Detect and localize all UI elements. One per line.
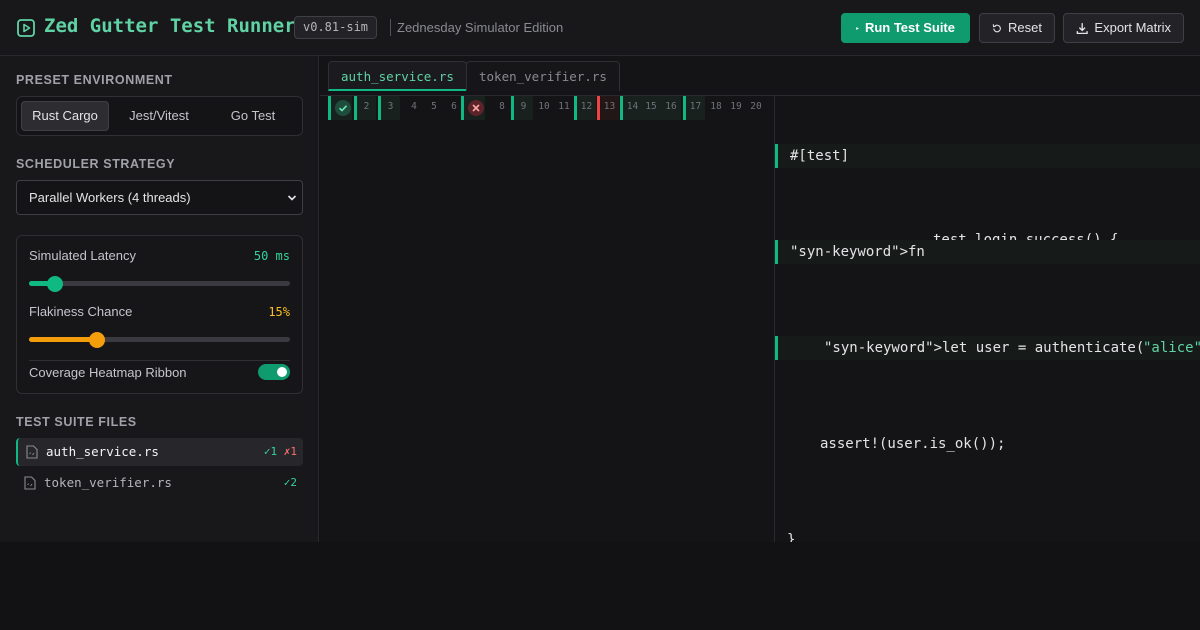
- chevron-down-icon: [287, 195, 297, 201]
- coverage-gutter-ribbon: 2 3 4 5 6 8 9 10 11 12 13 14 15 16 17 18…: [328, 96, 768, 120]
- gutter-line-5[interactable]: 5: [424, 96, 444, 120]
- run-test-suite-button[interactable]: Run Test Suite: [841, 13, 970, 43]
- download-icon: [1076, 22, 1088, 34]
- file-name: auth_service.rs: [46, 444, 159, 459]
- fail-count: ✗1: [283, 445, 297, 458]
- gutter-line-8[interactable]: 8: [492, 96, 512, 120]
- gutter-line-18[interactable]: 18: [706, 96, 726, 120]
- gutter-line-12[interactable]: 12: [574, 96, 596, 120]
- code-text: }: [787, 532, 796, 542]
- latency-slider[interactable]: [29, 275, 290, 292]
- preset-go-test[interactable]: Go Test: [209, 101, 297, 131]
- toggle-knob: [277, 367, 287, 377]
- code-view[interactable]: #[test] test_login_success() { "syn-keyw…: [775, 96, 1200, 542]
- simulation-controls-card: Simulated Latency 50 ms Flakiness Chance…: [16, 235, 303, 394]
- reset-icon: [992, 23, 1001, 32]
- strategy-select[interactable]: Parallel Workers (4 threads): [16, 180, 303, 215]
- gutter-line-17[interactable]: 17: [683, 96, 705, 120]
- run-button-label: Run Test Suite: [864, 20, 955, 35]
- play-icon: [856, 26, 859, 30]
- code-text: "syn-keyword">let user = authenticate(: [824, 340, 1145, 356]
- gutter-line-9[interactable]: 9: [511, 96, 533, 120]
- gutter-line-7[interactable]: [461, 96, 485, 120]
- card-divider: [29, 360, 290, 361]
- reset-button-label: Reset: [1008, 20, 1042, 35]
- flakiness-slider-fill: [29, 337, 97, 342]
- preset-segmented-control: Rust Cargo Jest/Vitest Go Test: [16, 96, 303, 136]
- preset-rust-cargo[interactable]: Rust Cargo: [21, 101, 109, 131]
- gutter-line-1[interactable]: [328, 96, 352, 120]
- page-background: [0, 542, 1200, 630]
- gutter-line-11[interactable]: 11: [554, 96, 574, 120]
- export-button-label: Export Matrix: [1094, 20, 1171, 35]
- edition-label: Zednesday Simulator Edition: [390, 19, 563, 36]
- gutter-line-15[interactable]: 15: [641, 96, 661, 120]
- pass-count: ✓1: [263, 445, 278, 458]
- gutter-line-16[interactable]: 16: [661, 96, 681, 120]
- fail-status-dot: [468, 100, 484, 116]
- reset-button[interactable]: Reset: [979, 13, 1055, 43]
- latency-label: Simulated Latency: [29, 248, 136, 263]
- code-line: }: [775, 528, 1200, 542]
- app-title: Zed Gutter Test Runner: [44, 15, 296, 37]
- file-icon: [24, 476, 36, 490]
- code-line: "syn-keyword">fn: [775, 240, 1200, 264]
- gutter-line-2[interactable]: 2: [354, 96, 376, 120]
- flakiness-slider-thumb[interactable]: [88, 331, 105, 348]
- latency-value: 50 ms: [253, 249, 290, 263]
- strategy-heading: SCHEDULER STRATEGY: [16, 157, 176, 171]
- gutter-line-3[interactable]: 3: [378, 96, 400, 120]
- play-square-icon: [17, 19, 35, 37]
- coverage-toggle[interactable]: [258, 364, 290, 380]
- string-literal: "alice": [1143, 340, 1200, 356]
- code-text: assert!(user.is_ok());: [820, 436, 1006, 452]
- files-heading: TEST SUITE FILES: [16, 415, 137, 429]
- preset-heading: PRESET ENVIRONMENT: [16, 73, 173, 87]
- strategy-value: Parallel Workers (4 threads): [29, 190, 191, 205]
- file-status-badges: ✓2: [284, 476, 297, 489]
- preset-jest-vitest[interactable]: Jest/Vitest: [115, 101, 203, 131]
- flakiness-value: 15%: [268, 305, 290, 319]
- gutter-line-19[interactable]: 19: [726, 96, 746, 120]
- file-status-badges: ✓1 ✗1: [264, 445, 297, 458]
- code-line: #[test]: [775, 144, 1200, 168]
- coverage-label: Coverage Heatmap Ribbon: [29, 365, 187, 380]
- code-text: #[test]: [790, 148, 850, 164]
- file-icon: [26, 445, 38, 459]
- gutter-line-4[interactable]: 4: [404, 96, 424, 120]
- tab-auth-service[interactable]: auth_service.rs: [328, 61, 467, 91]
- sidebar: PRESET ENVIRONMENT Rust Cargo Jest/Vites…: [0, 56, 319, 542]
- check-icon: [338, 105, 348, 112]
- pass-status-dot: [335, 100, 351, 116]
- version-badge: v0.81-sim: [294, 16, 378, 39]
- code-line: assert!(user.is_ok());: [775, 432, 1200, 456]
- editor-tab-bar: auth_service.rs token_verifier.rs: [320, 56, 1200, 96]
- latency-slider-thumb[interactable]: [47, 275, 64, 292]
- code-line: "syn-keyword">let user = authenticate( "…: [775, 336, 1200, 360]
- tab-token-verifier[interactable]: token_verifier.rs: [466, 61, 620, 91]
- gutter-line-10[interactable]: 10: [534, 96, 554, 120]
- gutter-line-20[interactable]: 20: [746, 96, 766, 120]
- flakiness-slider[interactable]: [29, 331, 290, 348]
- export-matrix-button[interactable]: Export Matrix: [1063, 13, 1184, 43]
- file-name: token_verifier.rs: [44, 475, 172, 490]
- editor-pane: 2 3 4 5 6 8 9 10 11 12 13 14 15 16 17 18…: [320, 96, 1200, 542]
- gutter-line-14[interactable]: 14: [620, 96, 642, 120]
- flakiness-label: Flakiness Chance: [29, 304, 133, 319]
- gutter-line-13[interactable]: 13: [597, 96, 619, 120]
- file-item-auth-service[interactable]: auth_service.rs ✓1 ✗1: [16, 438, 303, 466]
- file-item-token-verifier[interactable]: token_verifier.rs ✓2: [16, 469, 303, 497]
- x-icon: [472, 104, 480, 112]
- pass-count: ✓2: [283, 476, 297, 489]
- code-text: "syn-keyword">fn: [790, 244, 925, 260]
- app-header: Zed Gutter Test Runner v0.81-sim Zednesd…: [0, 0, 1200, 56]
